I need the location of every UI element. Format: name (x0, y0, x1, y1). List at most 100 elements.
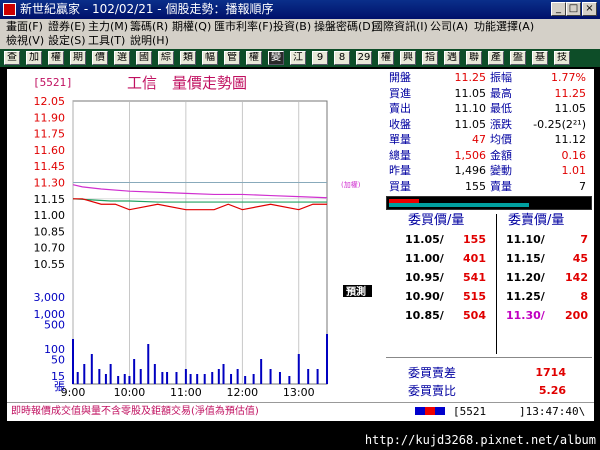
menu-item-forex-rates[interactable]: 匯市利率(F) (214, 20, 273, 34)
menu-bar: 畫面(F) 證券(E) 主力(M) 籌碼(R) 期權(Q) 匯市利率(F) 投資… (0, 19, 600, 49)
quote-value-left: 11.05 (454, 86, 487, 100)
bid-qty: 515 (463, 290, 486, 303)
window-title: 新世紀贏家 - 102/02/21 - 個股走勢：播報順序 (20, 2, 274, 16)
toolbar-button-2[interactable]: 權 (48, 51, 64, 65)
ask-price: 11.15/ (506, 252, 545, 265)
footer: http://kujd3268.pixnet.net/album (0, 430, 600, 450)
bid-ask-ratio-value: 5.26 (538, 384, 566, 397)
x-tick-label: 13:00 (283, 386, 315, 399)
menu-item-main-force[interactable]: 主力(M) (88, 20, 128, 34)
ask-qty: 45 (572, 252, 588, 265)
volume-tick-label: 3,000 (34, 291, 66, 304)
toolbar-button-7[interactable]: 綜 (158, 51, 174, 65)
toolbar-button-20[interactable]: 遇 (444, 51, 460, 65)
toolbar-button-16[interactable]: 29 (356, 51, 372, 65)
toolbar-button-12[interactable]: 變 (268, 51, 284, 65)
toolbar-button-22[interactable]: 產 (488, 51, 504, 65)
status-color-blue (415, 407, 425, 415)
toolbar-button-17[interactable]: 權 (378, 51, 394, 65)
quote-value-right: 7 (579, 179, 586, 193)
toolbar-button-15[interactable]: 8 (334, 51, 350, 65)
toolbar-button-24[interactable]: 基 (532, 51, 548, 65)
toolbar-button-8[interactable]: 類 (180, 51, 196, 65)
toolbar-button-18[interactable]: 興 (400, 51, 416, 65)
menu-item-investment[interactable]: 投資(B) (273, 20, 311, 34)
book-divider (496, 214, 497, 354)
ask-ratio-fill (389, 203, 529, 207)
quote-value-left: 47 (472, 133, 486, 146)
menu-item-functions[interactable]: 功能選擇(A) (474, 20, 534, 34)
toolbar-button-5[interactable]: 選 (114, 51, 130, 65)
menu-item-tools[interactable]: 工具(T) (88, 34, 125, 48)
bid-qty: 401 (463, 252, 486, 265)
quote-value-left: 11.05 (454, 117, 487, 131)
menu-item-chips[interactable]: 籌碼(R) (130, 20, 168, 34)
weighted-note: (加權) (341, 180, 361, 189)
volume-tick-label: 500 (44, 318, 65, 331)
menu-item-intl-info[interactable]: 國際資訊(I) (372, 20, 428, 34)
chart-grid: 9:00 10:00 11:00 12:00 13:0012.0511.9011.751… (34, 95, 328, 399)
toolbar: 查加權期價選國綜類幅管權變江 9 8 29 權興指遇聯產盤基技 (0, 49, 600, 67)
quote-label-right: 變動 (490, 164, 512, 177)
toolbar-button-0[interactable]: 查 (4, 51, 20, 65)
toolbar-button-25[interactable]: 技 (554, 51, 570, 65)
status-bar: 即時報價成交值與量不含零股及鉅額交易(淨值為預估值) [5521 ]13:47:… (7, 402, 594, 421)
toolbar-button-6[interactable]: 國 (136, 51, 152, 65)
price-tick-label: 11.60 (34, 144, 66, 157)
toolbar-button-3[interactable]: 期 (70, 51, 86, 65)
minimize-button[interactable]: _ (551, 2, 566, 16)
toolbar-button-4[interactable]: 價 (92, 51, 108, 65)
toolbar-button-19[interactable]: 指 (422, 51, 438, 65)
x-tick-label: 12:00 (226, 386, 258, 399)
menu-item-settings[interactable]: 設定(S) (48, 34, 86, 48)
bid-ask-diff-label: 委買賣差 (408, 366, 457, 380)
status-color-blue-2 (435, 407, 445, 415)
status-note: 即時報價成交值與量不含零股及鉅額交易(淨值為預估值) (11, 406, 259, 417)
bid-price: 10.90/ (405, 290, 444, 303)
bid-ask-diff-value: 1714 (535, 366, 566, 379)
quote-value-left: 11.10 (454, 102, 487, 115)
bid-qty: 541 (463, 271, 486, 284)
price-line-1 (72, 198, 327, 203)
quote-value-right: 1.01 (561, 164, 587, 177)
quote-value-right: 0.16 (561, 148, 587, 162)
bid-qty: 504 (463, 309, 486, 322)
quote-label-left: 總量 (389, 148, 411, 162)
price-tick-label: 11.45 (34, 160, 66, 173)
volume-axis: 3,0001,0005001005015張 (34, 291, 66, 393)
menu-item-screen[interactable]: 畫面(F) (6, 20, 43, 34)
ask-qty: 142 (565, 271, 588, 284)
toolbar-button-11[interactable]: 權 (246, 51, 262, 65)
toolbar-button-13[interactable]: 江 (290, 51, 306, 65)
toolbar-button-14[interactable]: 9 (312, 51, 328, 65)
price-tick-label: 10.55 (34, 258, 66, 271)
quote-label-left: 賣出 (389, 102, 411, 115)
quote-label-left: 單量 (389, 133, 411, 146)
menu-item-company[interactable]: 公司(A) (430, 20, 468, 34)
menu-item-securities[interactable]: 證券(E) (48, 20, 86, 34)
close-button[interactable]: × (582, 2, 597, 16)
toolbar-button-23[interactable]: 盤 (510, 51, 526, 65)
price-tick-label: 11.00 (34, 209, 66, 222)
price-tick-label: 10.70 (34, 242, 66, 255)
toolbar-button-9[interactable]: 幅 (202, 51, 218, 65)
price-series (72, 184, 328, 211)
maximize-button[interactable]: □ (566, 2, 581, 16)
bid-price: 11.05/ (405, 233, 444, 246)
bid-price: 10.85/ (405, 309, 444, 322)
toolbar-button-10[interactable]: 管 (224, 51, 240, 65)
ask-qty: 200 (565, 309, 588, 322)
menu-item-trading-code[interactable]: 操盤密碼(D) (314, 20, 375, 34)
bid-qty: 155 (463, 233, 486, 246)
toolbar-button-1[interactable]: 加 (26, 51, 42, 65)
menu-item-futures-options[interactable]: 期權(Q) (172, 20, 211, 34)
quote-label-right: 金額 (490, 148, 512, 162)
price-tick-label: 11.90 (34, 111, 66, 124)
quote-value-right: 11.25 (554, 86, 587, 100)
bid-header: 委買價/量 (408, 213, 465, 228)
menu-item-view[interactable]: 檢視(V) (6, 34, 44, 48)
status-time: ]13:47:40\ (519, 405, 586, 418)
toolbar-button-21[interactable]: 聯 (466, 51, 482, 65)
menu-item-help[interactable]: 說明(H) (130, 34, 169, 48)
bid-price: 11.00/ (405, 252, 444, 265)
